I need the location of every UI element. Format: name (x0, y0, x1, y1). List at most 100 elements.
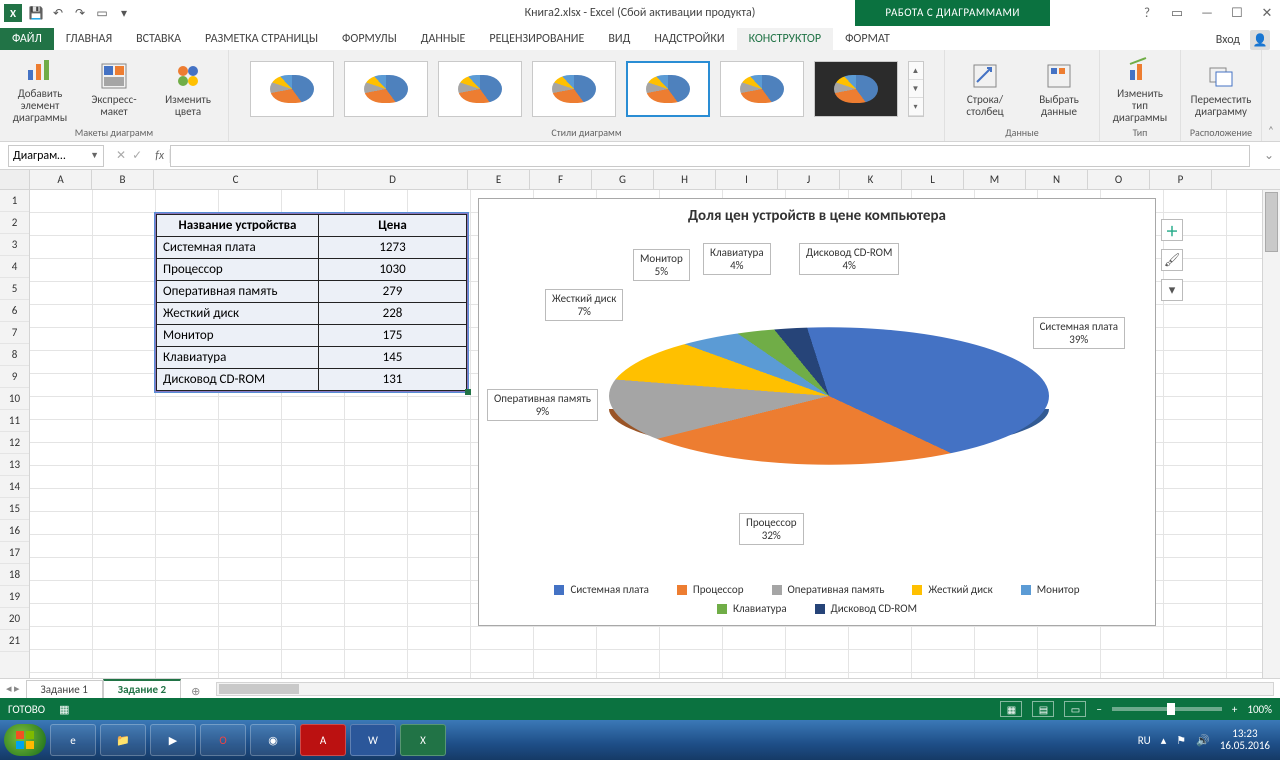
taskbar-explorer[interactable]: 📁 (100, 724, 146, 756)
tray-flag-icon[interactable]: ⚑ (1176, 734, 1186, 747)
chart-style-4[interactable] (532, 61, 616, 117)
start-button[interactable] (4, 724, 46, 756)
column-header[interactable]: F (530, 170, 592, 189)
select-all-corner[interactable] (0, 170, 30, 189)
taskbar-ie[interactable]: e (50, 724, 96, 756)
row-header[interactable]: 19 (0, 586, 29, 608)
quick-layout-button[interactable]: Экспресс-макет (82, 60, 146, 118)
switch-row-column-button[interactable]: Строка/столбец (953, 60, 1017, 118)
taskbar-excel[interactable]: X (400, 724, 446, 756)
cancel-formula-icon[interactable]: ✕ (116, 148, 126, 163)
tab-file[interactable]: ФАЙЛ (0, 28, 54, 50)
view-page-break-button[interactable]: ▭ (1064, 701, 1086, 717)
row-header[interactable]: 16 (0, 520, 29, 542)
zoom-slider[interactable] (1112, 707, 1222, 711)
close-icon[interactable]: ✕ (1258, 4, 1276, 22)
tab-chart-format[interactable]: ФОРМАТ (833, 28, 902, 50)
row-header[interactable]: 5 (0, 278, 29, 300)
maximize-icon[interactable]: ☐ (1228, 4, 1246, 22)
chart-styles-button[interactable]: 🖌 (1161, 249, 1183, 271)
chevron-down-icon[interactable]: ▼ (90, 150, 99, 161)
macro-record-icon[interactable]: ▦ (59, 703, 69, 716)
column-header[interactable]: N (1026, 170, 1088, 189)
row-header[interactable]: 11 (0, 410, 29, 432)
chart-style-6[interactable] (720, 61, 804, 117)
row-header[interactable]: 9 (0, 366, 29, 388)
column-header[interactable]: K (840, 170, 902, 189)
column-header[interactable]: J (778, 170, 840, 189)
vertical-scrollbar[interactable] (1262, 190, 1280, 678)
row-header[interactable]: 18 (0, 564, 29, 586)
sheet-nav[interactable]: ◂ ▸ (0, 682, 26, 695)
pie-chart[interactable] (609, 271, 1049, 521)
column-header[interactable]: G (592, 170, 654, 189)
tab-addins[interactable]: НАДСТРОЙКИ (642, 28, 736, 50)
qat-more-icon[interactable]: ▾ (116, 5, 132, 21)
expand-formula-bar-icon[interactable]: ⌄ (1258, 148, 1280, 163)
column-header[interactable]: M (964, 170, 1026, 189)
row-header[interactable]: 4 (0, 256, 29, 278)
tab-formulas[interactable]: ФОРМУЛЫ (330, 28, 409, 50)
zoom-label[interactable]: 100% (1247, 703, 1272, 716)
minimize-icon[interactable]: — (1198, 4, 1216, 22)
chart-filters-button[interactable]: ▾ (1161, 279, 1183, 301)
view-normal-button[interactable]: ▦ (1000, 701, 1022, 717)
view-page-layout-button[interactable]: ▤ (1032, 701, 1054, 717)
taskbar-media[interactable]: ▶ (150, 724, 196, 756)
styles-scroll[interactable]: ▲▼▾ (908, 61, 924, 117)
change-chart-type-button[interactable]: Изменить тип диаграммы (1108, 54, 1172, 124)
row-header[interactable]: 21 (0, 630, 29, 652)
horizontal-scrollbar[interactable] (216, 682, 1274, 696)
column-header[interactable]: E (468, 170, 530, 189)
row-header[interactable]: 10 (0, 388, 29, 410)
formula-input[interactable] (170, 145, 1250, 167)
redo-icon[interactable]: ↷ (72, 5, 88, 21)
user-icon[interactable]: 👤 (1250, 30, 1270, 50)
tray-volume-icon[interactable]: 🔊 (1196, 734, 1210, 747)
chart-title[interactable]: Доля цен устройств в цене компьютера (479, 199, 1155, 229)
chart-style-7[interactable] (814, 61, 898, 117)
change-colors-button[interactable]: Изменить цвета (156, 60, 220, 118)
row-header[interactable]: 1 (0, 190, 29, 212)
taskbar-pdf[interactable]: A (300, 724, 346, 756)
zoom-in-button[interactable]: + (1232, 703, 1237, 716)
column-header[interactable]: H (654, 170, 716, 189)
save-icon[interactable]: 💾 (28, 5, 44, 21)
signin-link[interactable]: Вход (1216, 33, 1240, 47)
row-header[interactable]: 8 (0, 344, 29, 366)
chart-style-3[interactable] (438, 61, 522, 117)
ribbon-options-icon[interactable]: ▭ (1168, 4, 1186, 22)
data-table[interactable]: Название устройстваЦена Системная плата1… (154, 212, 469, 393)
taskbar-chrome[interactable]: ◉ (250, 724, 296, 756)
taskbar-clock[interactable]: 13:23 16.05.2016 (1220, 728, 1270, 752)
row-header[interactable]: 7 (0, 322, 29, 344)
select-data-button[interactable]: Выбрать данные (1027, 60, 1091, 118)
new-sheet-button[interactable]: ⊕ (181, 685, 210, 698)
sheet-tab-2[interactable]: Задание 2 (103, 679, 181, 698)
taskbar-opera[interactable]: O (200, 724, 246, 756)
tab-page-layout[interactable]: РАЗМЕТКА СТРАНИЦЫ (193, 28, 330, 50)
name-box[interactable]: Диаграм…▼ (8, 145, 104, 167)
collapse-ribbon-icon[interactable]: ˄ (1262, 50, 1280, 141)
fill-handle[interactable] (465, 389, 471, 395)
chart-legend[interactable]: Системная платаПроцессорОперативная памя… (519, 583, 1115, 615)
add-chart-element-button[interactable]: Добавить элемент диаграммы (8, 54, 72, 124)
row-header[interactable]: 3 (0, 234, 29, 256)
row-header[interactable]: 15 (0, 498, 29, 520)
column-header[interactable]: O (1088, 170, 1150, 189)
row-header[interactable]: 12 (0, 432, 29, 454)
row-header[interactable]: 14 (0, 476, 29, 498)
taskbar-word[interactable]: W (350, 724, 396, 756)
fx-icon[interactable]: fx (150, 149, 170, 163)
worksheet-grid[interactable]: 123456789101112131415161718192021 Назван… (0, 190, 1280, 678)
cells-area[interactable]: Название устройстваЦена Системная плата1… (30, 190, 1262, 678)
column-header[interactable]: I (716, 170, 778, 189)
chart-style-5-selected[interactable] (626, 61, 710, 117)
new-doc-icon[interactable]: ▭ (94, 5, 110, 21)
row-header[interactable]: 17 (0, 542, 29, 564)
chart-style-1[interactable] (250, 61, 334, 117)
tray-more-icon[interactable]: ▴ (1161, 734, 1167, 747)
column-header[interactable]: C (154, 170, 318, 189)
help-icon[interactable]: ? (1138, 4, 1156, 22)
column-header[interactable]: L (902, 170, 964, 189)
